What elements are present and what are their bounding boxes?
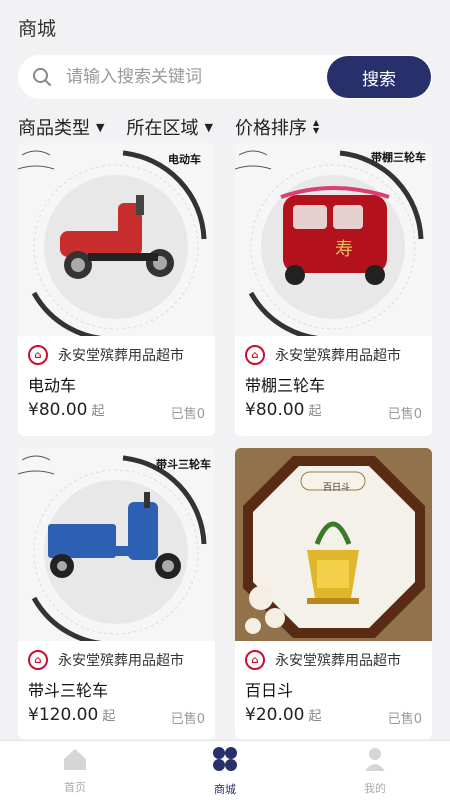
image-caption: 百日斗 (323, 483, 351, 493)
tab-label: 商城 (214, 782, 236, 796)
price-unit: 起 (91, 404, 105, 419)
sold-count: 已售0 (387, 712, 422, 727)
product-price: ¥80.00 (28, 400, 88, 420)
home-icon (62, 747, 88, 775)
product-info: ⌂ 永安堂殡葬用品超市 电动车 ¥80.00 起 已售0 (18, 336, 215, 436)
filter-region[interactable]: 所在区域 ▼ (126, 114, 212, 140)
shop-name: 永安堂殡葬用品超市 (58, 653, 184, 669)
product-info: ⌂ 永安堂殡葬用品超市 百日斗 ¥20.00 起 已售0 (235, 641, 432, 739)
product-name: 百日斗 (245, 681, 294, 700)
shop-row: ⌂ 永安堂殡葬用品超市 (28, 649, 205, 671)
search-icon (18, 55, 66, 99)
shop-logo-icon: ⌂ (245, 345, 265, 365)
tab-label: 我的 (364, 781, 386, 795)
product-card[interactable]: 带斗三轮车 ⌂ 永安堂殡葬用品超市 带斗三轮车 ¥120.00 起 已售0 (18, 448, 215, 739)
shop-name: 永安堂殡葬用品超市 (58, 348, 184, 364)
bottom-tab-bar: 首页 商城 我的 (0, 740, 450, 800)
sold-count: 已售0 (170, 407, 205, 422)
price-unit: 起 (308, 404, 322, 419)
product-image: 百日斗 (235, 448, 432, 641)
filter-label: 价格排序 (234, 118, 307, 139)
product-image: 寿 带棚三轮车 (235, 143, 432, 336)
caret-down-icon: ▼ (96, 120, 105, 134)
shop-logo-icon: ⌂ (28, 650, 48, 670)
product-name: 带棚三轮车 (245, 376, 326, 395)
image-caption: 带棚三轮车 (371, 151, 426, 164)
product-price: ¥80.00 (245, 400, 305, 420)
shop-logo-icon: ⌂ (28, 345, 48, 365)
shop-row: ⌂ 永安堂殡葬用品超市 (245, 649, 422, 671)
filter-label: 所在区域 (126, 118, 199, 139)
search-input[interactable] (66, 55, 327, 99)
image-caption: 带斗三轮车 (156, 458, 211, 471)
product-card[interactable]: 寿 带棚三轮车 ⌂ 永安堂殡葬用品超市 带棚三轮车 ¥80.00 起 已售0 (235, 143, 432, 436)
tab-shop[interactable]: 商城 (150, 741, 300, 800)
product-image: 电动车 (18, 143, 215, 336)
sold-count: 已售0 (387, 407, 422, 422)
product-info: ⌂ 永安堂殡葬用品超市 带斗三轮车 ¥120.00 起 已售0 (18, 641, 215, 739)
filter-product-type[interactable]: 商品类型 ▼ (18, 114, 104, 140)
product-image: 带斗三轮车 (18, 448, 215, 641)
filter-price-sort[interactable]: 价格排序 ▲ ▼ (235, 114, 319, 140)
tab-label: 首页 (64, 780, 86, 794)
shop-name: 永安堂殡葬用品超市 (275, 653, 401, 669)
product-info: ⌂ 永安堂殡葬用品超市 带棚三轮车 ¥80.00 起 已售0 (235, 336, 432, 436)
price-unit: 起 (102, 709, 116, 724)
product-card[interactable]: 百日斗 ⌂ 永安堂殡葬用品超市 百日斗 ¥20.00 起 已售0 (235, 448, 432, 739)
shop-row: ⌂ 永安堂殡葬用品超市 (28, 344, 205, 366)
image-caption: 电动车 (168, 153, 201, 166)
page-title: 商城 (18, 18, 57, 40)
tab-home[interactable]: 首页 (0, 741, 150, 800)
page-header: 商城 (0, 0, 450, 50)
product-grid: 电动车 ⌂ 永安堂殡葬用品超市 电动车 ¥80.00 起 已售0 寿 带棚三轮车… (18, 143, 432, 739)
filter-bar: 商品类型 ▼ 所在区域 ▼ 价格排序 ▲ ▼ (18, 112, 341, 142)
filter-label: 商品类型 (18, 118, 90, 139)
product-name: 电动车 (28, 376, 77, 395)
product-name: 带斗三轮车 (28, 681, 109, 700)
svg-text:寿: 寿 (335, 239, 353, 260)
user-icon (363, 746, 387, 776)
tab-profile[interactable]: 我的 (300, 741, 450, 800)
search-button[interactable]: 搜索 (327, 56, 431, 98)
product-price: ¥20.00 (245, 705, 305, 725)
caret-down-icon: ▼ (204, 120, 213, 134)
product-card[interactable]: 电动车 ⌂ 永安堂殡葬用品超市 电动车 ¥80.00 起 已售0 (18, 143, 215, 436)
search-bar: 搜索 (18, 55, 432, 99)
price-unit: 起 (308, 709, 322, 724)
shop-row: ⌂ 永安堂殡葬用品超市 (245, 344, 422, 366)
sort-icon: ▲ ▼ (312, 118, 320, 135)
shop-grid-icon (211, 745, 239, 777)
sold-count: 已售0 (170, 712, 205, 727)
product-price: ¥120.00 (28, 705, 99, 725)
shop-logo-icon: ⌂ (245, 650, 265, 670)
shop-name: 永安堂殡葬用品超市 (275, 348, 401, 364)
